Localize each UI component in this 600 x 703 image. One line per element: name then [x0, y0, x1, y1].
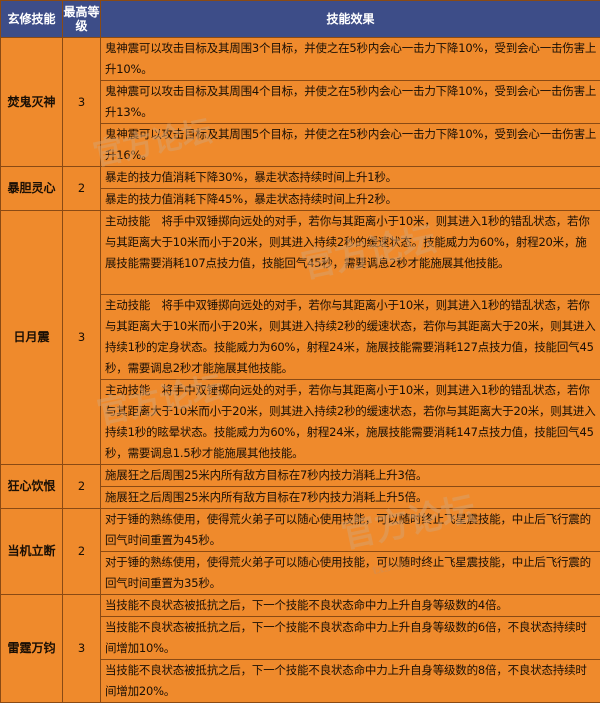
- header-skill-column: 玄修技能: [1, 1, 63, 38]
- max-level-cell: 3: [63, 38, 101, 167]
- effect-cell: 主动技能 将手中双锤掷向远处的对手，若你与其距离小于10米，则其进入1秒的错乱状…: [101, 211, 600, 295]
- skill-name-cell: 日月震: [1, 211, 63, 465]
- skill-name-cell: 当机立断: [1, 509, 63, 595]
- header-effect-column: 技能效果: [101, 1, 600, 38]
- effect-cell: 当技能不良状态被抵抗之后，下一个技能不良状态命中力上升自身等级数的4倍。: [101, 595, 600, 617]
- effect-cell: 暴走的技力值消耗下降45%，暴走状态持续时间上升2秒。: [101, 189, 600, 211]
- max-level-cell: 2: [63, 465, 101, 509]
- effect-cell: 施展狂之后周围25米内所有敌方目标在7秒内技力消耗上升3倍。: [101, 465, 600, 487]
- table-row: 当机立断 2 对于锤的熟练使用，使得荒火弟子可以随心使用技能，可以随时终止飞星震…: [1, 509, 600, 552]
- effect-cell: 鬼神震可以攻击目标及其周围4个目标，并使之在5秒内会心一击力下降10%，受到会心…: [101, 81, 600, 124]
- max-level-cell: 3: [63, 211, 101, 465]
- effect-cell: 对于锤的熟练使用，使得荒火弟子可以随心使用技能，可以随时终止飞星震技能，中止后飞…: [101, 552, 600, 595]
- table-row: 狂心饮恨 2 施展狂之后周围25米内所有敌方目标在7秒内技力消耗上升3倍。: [1, 465, 600, 487]
- effect-cell: 施展狂之后周围25米内所有敌方目标在7秒内技力消耗上升5倍。: [101, 487, 600, 509]
- effect-cell: 暴走的技力值消耗下降30%，暴走状态持续时间上升1秒。: [101, 167, 600, 189]
- effect-cell: 鬼神震可以攻击目标及其周围5个目标，并使之在5秒内会心一击力下降10%，受到会心…: [101, 124, 600, 167]
- effect-cell: 当技能不良状态被抵抗之后，下一个技能不良状态命中力上升自身等级数的6倍，不良状态…: [101, 617, 600, 660]
- effect-cell: 主动技能 将手中双锤掷向远处的对手，若你与其距离小于10米，则其进入1秒的错乱状…: [101, 295, 600, 380]
- effect-cell: 对于锤的熟练使用，使得荒火弟子可以随心使用技能，可以随时终止飞星震技能，中止后飞…: [101, 509, 600, 552]
- skill-name-cell: 焚鬼灭神: [1, 38, 63, 167]
- skill-name-cell: 暴胆灵心: [1, 167, 63, 211]
- skill-name-cell: 雷霆万钧: [1, 595, 63, 703]
- skill-name-cell: 狂心饮恨: [1, 465, 63, 509]
- skill-table: 玄修技能 最高等级 技能效果 焚鬼灭神 3 鬼神震可以攻击目标及其周围3个目标，…: [0, 0, 600, 703]
- header-max-level-column: 最高等级: [63, 1, 101, 38]
- table-row: 日月震 3 主动技能 将手中双锤掷向远处的对手，若你与其距离小于10米，则其进入…: [1, 211, 600, 295]
- effect-cell: 当技能不良状态被抵抗之后，下一个技能不良状态命中力上升自身等级数的8倍，不良状态…: [101, 660, 600, 703]
- effect-cell: 主动技能 将手中双锤掷向远处的对手，若你与其距离小于10米，则其进入1秒的错乱状…: [101, 380, 600, 465]
- effect-cell: 鬼神震可以攻击目标及其周围3个目标，并使之在5秒内会心一击力下降10%，受到会心…: [101, 38, 600, 81]
- table-header-row: 玄修技能 最高等级 技能效果: [1, 1, 600, 38]
- table-row: 焚鬼灭神 3 鬼神震可以攻击目标及其周围3个目标，并使之在5秒内会心一击力下降1…: [1, 38, 600, 81]
- table-row: 雷霆万钧 3 当技能不良状态被抵抗之后，下一个技能不良状态命中力上升自身等级数的…: [1, 595, 600, 617]
- max-level-cell: 2: [63, 509, 101, 595]
- max-level-cell: 3: [63, 595, 101, 703]
- max-level-cell: 2: [63, 167, 101, 211]
- table-row: 暴胆灵心 2 暴走的技力值消耗下降30%，暴走状态持续时间上升1秒。: [1, 167, 600, 189]
